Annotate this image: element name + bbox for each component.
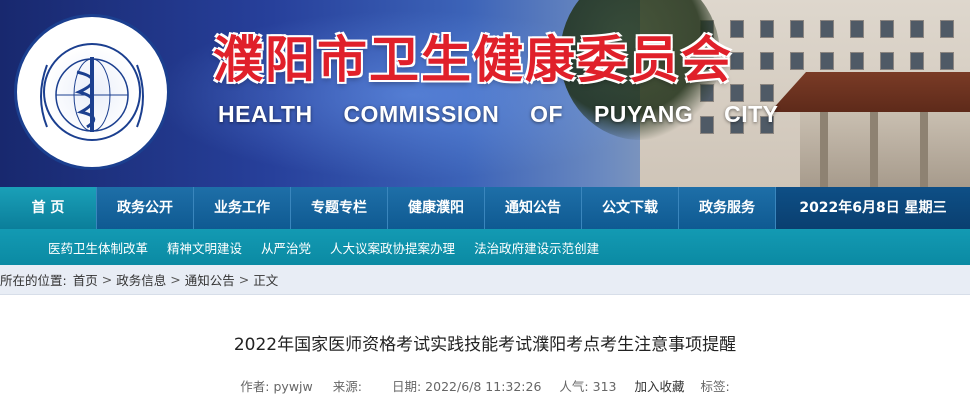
- building-window: [760, 20, 774, 38]
- sub-nav: 医药卫生体制改革 精神文明建设 从严治党 人大议案政协提案办理 法治政府建设示范…: [0, 229, 970, 265]
- meta-tags-label: 标签:: [700, 379, 730, 394]
- pavilion-pillar: [820, 112, 828, 187]
- building-window: [850, 20, 864, 38]
- nav-item-document-download[interactable]: 公文下载: [582, 187, 679, 229]
- building-window: [820, 52, 834, 70]
- nav-item-special-topics[interactable]: 专题专栏: [291, 187, 388, 229]
- building-window: [940, 52, 954, 70]
- meta-date-label: 日期:: [391, 379, 422, 394]
- logo-caduceus-icon: [40, 57, 144, 132]
- nav-item-healthy-puyang[interactable]: 健康濮阳: [388, 187, 485, 229]
- breadcrumb: 所在的位置: 首页 > 政务信息 > 通知公告 > 正文: [0, 265, 970, 295]
- breadcrumb-government-info-link[interactable]: 政务信息: [116, 270, 166, 289]
- article-meta: 作者: pywjw 来源: 日期: 2022/6/8 11:32:26 人气: 313…: [0, 376, 970, 395]
- breadcrumb-separator: >: [170, 272, 181, 287]
- meta-source-label: 来源:: [332, 379, 362, 394]
- site-logo[interactable]: [14, 14, 170, 170]
- nav-item-home[interactable]: 首 页: [0, 187, 97, 229]
- meta-views-label: 人气:: [559, 379, 589, 394]
- subnav-item-medical-reform[interactable]: 医药卫生体制改革: [48, 238, 148, 257]
- pavilion-pillar: [870, 112, 878, 187]
- nav-item-notices[interactable]: 通知公告: [485, 187, 582, 229]
- meta-date: 2022/6/8 11:32:26: [425, 379, 542, 394]
- article-title: 2022年国家医师资格考试实践技能考试濮阳考点考生注意事项提醒: [233, 335, 737, 355]
- pavilion-pillar: [920, 112, 928, 187]
- add-favorite-link[interactable]: 加入收藏: [634, 379, 684, 394]
- building-window: [880, 52, 894, 70]
- subnav-item-rule-of-law[interactable]: 法治政府建设示范创建: [474, 238, 599, 257]
- nav-item-business-work[interactable]: 业务工作: [194, 187, 291, 229]
- building-window: [880, 20, 894, 38]
- building-window: [820, 20, 834, 38]
- building-window: [910, 52, 924, 70]
- building-window: [850, 52, 864, 70]
- building-window: [790, 20, 804, 38]
- building-window: [760, 52, 774, 70]
- main-nav: 首 页 政务公开 业务工作 专题专栏 健康濮阳 通知公告 公文下载 政务服务 2…: [0, 187, 970, 229]
- breadcrumb-lead: 所在的位置:: [0, 273, 67, 288]
- building-window: [940, 20, 954, 38]
- site-banner: 濮阳市卫生健康委员会 HEALTH COMMISSION OF PUYANG C…: [0, 0, 970, 187]
- subnav-item-spiritual-civilization[interactable]: 精神文明建设: [167, 238, 242, 257]
- site-subtitle: HEALTH COMMISSION OF PUYANG CITY: [218, 101, 779, 127]
- breadcrumb-notices-link[interactable]: 通知公告: [185, 270, 235, 289]
- meta-author: pywjw: [273, 379, 313, 394]
- breadcrumb-separator: >: [238, 272, 250, 287]
- subnav-item-proposals[interactable]: 人大议案政协提案办理: [330, 238, 455, 257]
- site-title: 濮阳市卫生健康委员会: [213, 30, 733, 89]
- meta-views: 313: [592, 379, 617, 394]
- building-window: [910, 20, 924, 38]
- building-window: [760, 84, 774, 102]
- breadcrumb-current: 正文: [253, 273, 279, 288]
- nav-item-government-affairs[interactable]: 政务公开: [97, 187, 194, 229]
- breadcrumb-home-link[interactable]: 首页: [73, 270, 98, 289]
- breadcrumb-separator: >: [101, 272, 113, 287]
- building-window: [790, 52, 804, 70]
- current-date: 2022年6月8日 星期三: [776, 187, 970, 229]
- subnav-item-strict-party-governance[interactable]: 从严治党: [261, 238, 311, 257]
- nav-item-government-services[interactable]: 政务服务: [679, 187, 776, 229]
- meta-author-label: 作者:: [240, 379, 270, 394]
